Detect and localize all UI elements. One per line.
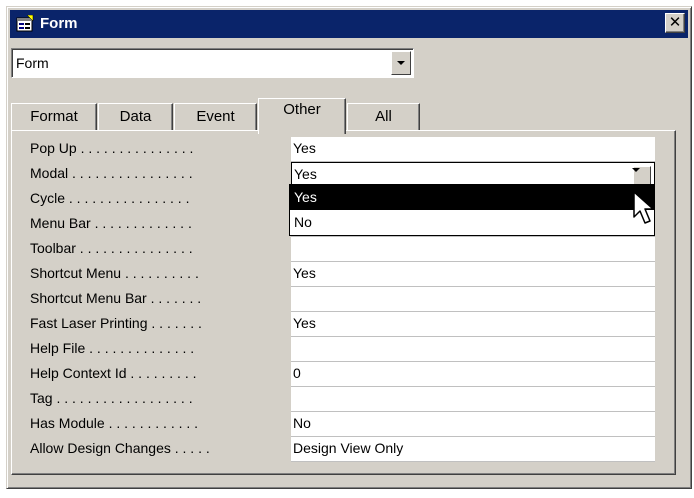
window-title: Form (40, 15, 78, 32)
property-label: Tag . . . . . . . . . . . . . . . . . . (30, 390, 193, 406)
tab-label: Event (196, 108, 235, 125)
property-value-field[interactable]: Design View Only (291, 437, 655, 462)
title-bar[interactable]: Form ✕ (10, 10, 688, 38)
property-row-help-context-id[interactable]: Help Context Id . . . . . . . . . 0 (20, 362, 660, 388)
property-label: Menu Bar . . . . . . . . . . . . . (30, 215, 192, 231)
object-selector-value: Form (16, 55, 49, 71)
property-row-toolbar[interactable]: Toolbar . . . . . . . . . . . . . . . (20, 237, 660, 263)
object-selector-dropdown-button[interactable] (391, 51, 411, 75)
property-value-field[interactable]: 0 (291, 362, 655, 387)
property-label: Shortcut Menu Bar . . . . . . . (30, 290, 202, 306)
property-value-field[interactable]: Yes (291, 137, 655, 162)
chevron-down-icon (397, 61, 405, 65)
mouse-pointer-icon (633, 191, 654, 224)
form-icon (16, 15, 34, 32)
property-value-field[interactable]: No (291, 412, 655, 437)
property-row-allow-design-changes[interactable]: Allow Design Changes . . . . . Design Vi… (20, 437, 660, 463)
property-value-field[interactable]: Yes (291, 312, 655, 337)
property-value-field[interactable]: Yes (291, 262, 655, 287)
property-row-tag[interactable]: Tag . . . . . . . . . . . . . . . . . . (20, 387, 660, 413)
object-selector[interactable]: Form (11, 48, 414, 78)
property-row-shortcut-menu-bar[interactable]: Shortcut Menu Bar . . . . . . . (20, 287, 660, 313)
modal-dropdown-button[interactable] (632, 166, 651, 185)
property-label: Help File . . . . . . . . . . . . . . (30, 340, 195, 356)
tab-event[interactable]: Event (174, 103, 257, 131)
tab-label: Format (30, 108, 78, 125)
property-label: Toolbar . . . . . . . . . . . . . . . (30, 240, 193, 256)
close-icon: ✕ (668, 14, 682, 31)
property-label: Cycle . . . . . . . . . . . . . . . . (30, 190, 190, 206)
property-value-field[interactable] (291, 337, 655, 362)
property-label: Help Context Id . . . . . . . . . (30, 365, 197, 381)
tab-format[interactable]: Format (11, 103, 97, 131)
property-label: Shortcut Menu . . . . . . . . . . (30, 265, 199, 281)
chevron-down-icon (632, 168, 640, 172)
tab-label: All (375, 108, 392, 125)
property-value-field[interactable] (291, 387, 655, 412)
tab-data[interactable]: Data (98, 103, 173, 131)
tab-label: Data (119, 108, 152, 125)
close-button[interactable]: ✕ (665, 13, 685, 33)
property-value-field[interactable] (291, 287, 655, 312)
tab-all[interactable]: All (347, 103, 420, 131)
property-value-field[interactable] (291, 237, 655, 262)
property-label: Allow Design Changes . . . . . (30, 440, 210, 456)
property-label: Modal . . . . . . . . . . . . . . . . (30, 165, 193, 181)
dropdown-option-no[interactable]: No (290, 210, 654, 235)
modal-dropdown-list: Yes No (289, 184, 655, 236)
tab-other[interactable]: Other (258, 98, 346, 134)
property-label: Pop Up . . . . . . . . . . . . . . . (30, 140, 194, 156)
tab-label: Other (283, 101, 321, 118)
dropdown-option-yes[interactable]: Yes (290, 185, 654, 210)
property-row-fast-laser-printing[interactable]: Fast Laser Printing . . . . . . . Yes (20, 312, 660, 338)
property-label: Fast Laser Printing . . . . . . . (30, 315, 202, 331)
property-label: Has Module . . . . . . . . . . . . (30, 415, 199, 431)
property-row-has-module[interactable]: Has Module . . . . . . . . . . . . No (20, 412, 660, 438)
property-row-shortcut-menu[interactable]: Shortcut Menu . . . . . . . . . . Yes (20, 262, 660, 288)
property-row-help-file[interactable]: Help File . . . . . . . . . . . . . . (20, 337, 660, 363)
property-row-pop-up[interactable]: Pop Up . . . . . . . . . . . . . . . Yes (20, 137, 660, 163)
